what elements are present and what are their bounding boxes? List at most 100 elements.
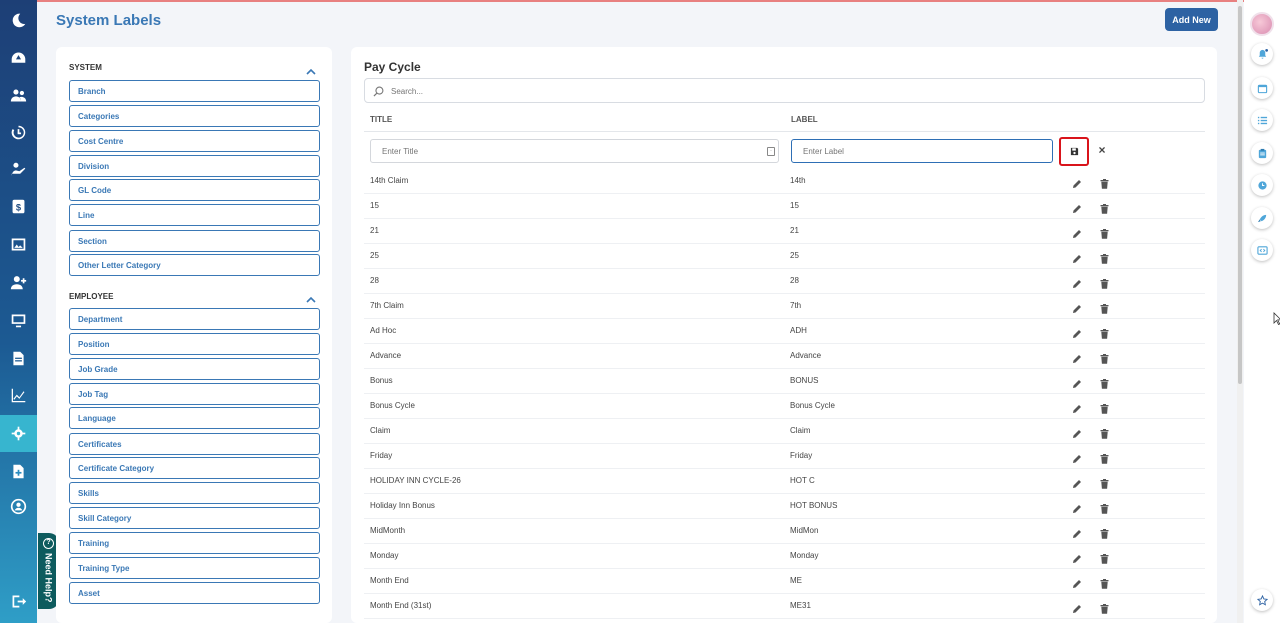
employee-item-training-type[interactable]: Training Type (69, 557, 320, 579)
settings-icon[interactable] (0, 415, 37, 452)
dashboard-icon[interactable] (0, 40, 37, 77)
image-icon[interactable] (0, 226, 37, 263)
calendar-icon[interactable] (1251, 77, 1273, 99)
clock-icon[interactable] (1251, 174, 1273, 196)
delete-icon[interactable] (1100, 451, 1109, 464)
employee-item-job-tag[interactable]: Job Tag (69, 383, 320, 405)
employee-item-language[interactable]: Language (69, 407, 320, 429)
history-icon[interactable] (0, 114, 37, 151)
system-item-division[interactable]: Division (69, 155, 320, 177)
label-input[interactable] (801, 144, 1041, 159)
delete-icon[interactable] (1100, 576, 1109, 589)
title-input[interactable] (380, 144, 740, 159)
delete-icon[interactable] (1100, 176, 1109, 189)
edit-icon[interactable] (1072, 301, 1082, 313)
chart-icon[interactable] (0, 377, 37, 414)
employee-item-training[interactable]: Training (69, 532, 320, 554)
table-row: Advance Advance (364, 344, 1205, 369)
chevron-up-icon[interactable] (306, 63, 316, 75)
delete-icon[interactable] (1100, 251, 1109, 264)
row-title: 25 (370, 251, 379, 260)
dollar-icon[interactable]: $ (0, 188, 37, 225)
clipboard-icon[interactable] (1251, 142, 1273, 164)
edit-icon[interactable] (1072, 601, 1082, 613)
avatar[interactable] (1250, 12, 1274, 36)
delete-icon[interactable] (1100, 376, 1109, 389)
edit-icon[interactable] (1072, 476, 1082, 488)
document-icon[interactable] (0, 340, 37, 377)
edit-icon[interactable] (1072, 551, 1082, 563)
system-item-section[interactable]: Section (69, 230, 320, 252)
star-icon[interactable] (1251, 589, 1273, 611)
employee-item-skill-category[interactable]: Skill Category (69, 507, 320, 529)
delete-icon[interactable] (1100, 276, 1109, 289)
delete-icon[interactable] (1100, 426, 1109, 439)
edit-icon[interactable] (1072, 201, 1082, 213)
system-item-line[interactable]: Line (69, 204, 320, 226)
table-row: Bonus BONUS (364, 369, 1205, 394)
search-box[interactable] (364, 78, 1205, 103)
moon-logo-icon[interactable] (0, 2, 37, 39)
delete-icon[interactable] (1100, 326, 1109, 339)
edit-icon[interactable] (1072, 176, 1082, 188)
delete-icon[interactable] (1100, 226, 1109, 239)
people-icon[interactable] (0, 77, 37, 114)
add-document-icon[interactable] (0, 453, 37, 490)
account-circle-icon[interactable] (0, 488, 37, 525)
edit-icon[interactable] (1072, 526, 1082, 538)
monitor-icon[interactable] (0, 302, 37, 339)
edit-icon[interactable] (1072, 576, 1082, 588)
delete-icon[interactable] (1100, 201, 1109, 214)
edit-icon[interactable] (1072, 451, 1082, 463)
save-button[interactable] (1059, 137, 1089, 166)
system-item-categories[interactable]: Categories (69, 105, 320, 127)
cancel-icon[interactable]: × (1096, 144, 1108, 156)
table-row: 15 15 (364, 194, 1205, 219)
logout-icon[interactable] (0, 583, 37, 620)
edit-icon[interactable] (1072, 376, 1082, 388)
chevron-up-icon[interactable] (306, 291, 316, 303)
employee-item-certificates[interactable]: Certificates (69, 433, 320, 455)
employee-item-skills[interactable]: Skills (69, 482, 320, 504)
code-icon[interactable] (1251, 239, 1273, 261)
table-row: Claim Claim (364, 419, 1205, 444)
edit-icon[interactable] (1072, 326, 1082, 338)
row-title: Bonus Cycle (370, 401, 415, 410)
employee-item-certificate-category[interactable]: Certificate Category (69, 457, 320, 479)
edit-icon[interactable] (1072, 276, 1082, 288)
row-title: 21 (370, 226, 379, 235)
system-item-gl-code[interactable]: GL Code (69, 179, 320, 201)
add-user-icon[interactable] (0, 264, 37, 301)
employee-item-job-grade[interactable]: Job Grade (69, 358, 320, 380)
delete-icon[interactable] (1100, 501, 1109, 514)
employee-item-asset[interactable]: Asset (69, 582, 320, 604)
delete-icon[interactable] (1100, 551, 1109, 564)
delete-icon[interactable] (1100, 476, 1109, 489)
delete-icon[interactable] (1100, 526, 1109, 539)
delete-icon[interactable] (1100, 601, 1109, 614)
edit-icon[interactable] (1072, 401, 1082, 413)
search-input[interactable] (389, 82, 1189, 100)
edit-icon[interactable] (1072, 426, 1082, 438)
employee-item-position[interactable]: Position (69, 333, 320, 355)
edit-icon[interactable] (1072, 351, 1082, 363)
table-row: Bonus Cycle Bonus Cycle (364, 394, 1205, 419)
list-icon[interactable] (1251, 109, 1273, 131)
presenter-icon[interactable] (0, 151, 37, 188)
delete-icon[interactable] (1100, 401, 1109, 414)
system-item-branch[interactable]: Branch (69, 80, 320, 102)
system-item-other-letter-category[interactable]: Other Letter Category (69, 254, 320, 276)
edit-icon[interactable] (1072, 501, 1082, 513)
edit-icon[interactable] (1072, 251, 1082, 263)
rocket-icon[interactable] (1251, 207, 1273, 229)
delete-icon[interactable] (1100, 301, 1109, 314)
edit-icon[interactable] (1072, 226, 1082, 238)
employee-item-department[interactable]: Department (69, 308, 320, 330)
new-label-field[interactable] (791, 139, 1053, 163)
scrollbar-thumb[interactable] (1238, 6, 1242, 384)
delete-icon[interactable] (1100, 351, 1109, 364)
new-title-field[interactable]: · (370, 139, 779, 163)
system-item-cost-centre[interactable]: Cost Centre (69, 130, 320, 152)
add-new-button[interactable]: Add New (1165, 8, 1218, 31)
notification-icon[interactable] (1251, 43, 1273, 65)
